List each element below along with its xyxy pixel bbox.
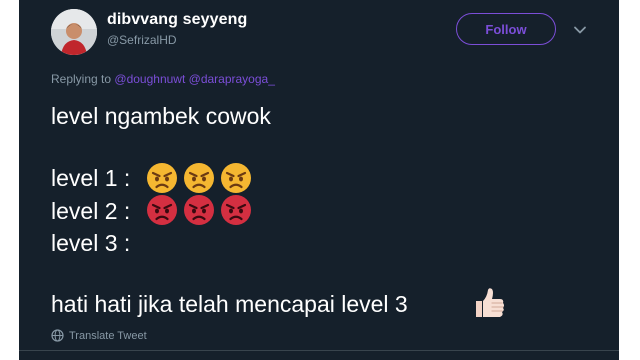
user-handle[interactable]: @SefrizalHD (107, 33, 177, 47)
tweet-text-line: level 2 : (51, 198, 131, 224)
globe-icon (51, 329, 64, 342)
tweet-text-line: level 1 : (51, 165, 131, 191)
translate-label: Translate Tweet (69, 329, 147, 342)
tweet-text-line: level ngambek cowok (51, 103, 271, 129)
avatar-image (51, 9, 97, 55)
pouting-face-icon (147, 195, 177, 225)
mention-link-1[interactable]: @doughnuwt (114, 72, 185, 86)
chevron-down-icon[interactable] (572, 22, 588, 38)
level1-emoji-row (146, 162, 252, 194)
divider (19, 350, 619, 351)
thumbs-up-icon (476, 288, 504, 317)
tweet-text-line: hati hati jika telah mencapai level 3 (51, 291, 408, 317)
pouting-face-icon (221, 195, 251, 225)
angry-face-icon (184, 163, 214, 193)
translate-tweet-link[interactable]: Translate Tweet (51, 329, 147, 342)
level2-emoji-row (146, 194, 252, 226)
angry-face-icon (147, 163, 177, 193)
mention-link-2[interactable]: @daraprayoga_ (189, 72, 275, 86)
pouting-face-icon (184, 195, 214, 225)
replying-to: Replying to @doughnuwt @daraprayoga_ (51, 72, 275, 86)
display-name[interactable]: dibvvang seyyeng (107, 11, 247, 29)
replying-prefix: Replying to (51, 72, 112, 86)
tweet-card: dibvvang seyyeng @SefrizalHD Follow Repl… (19, 0, 619, 360)
follow-button[interactable]: Follow (456, 13, 556, 45)
angry-face-icon (221, 163, 251, 193)
tweet-text-line: level 3 : (51, 230, 131, 256)
avatar[interactable] (51, 9, 97, 55)
